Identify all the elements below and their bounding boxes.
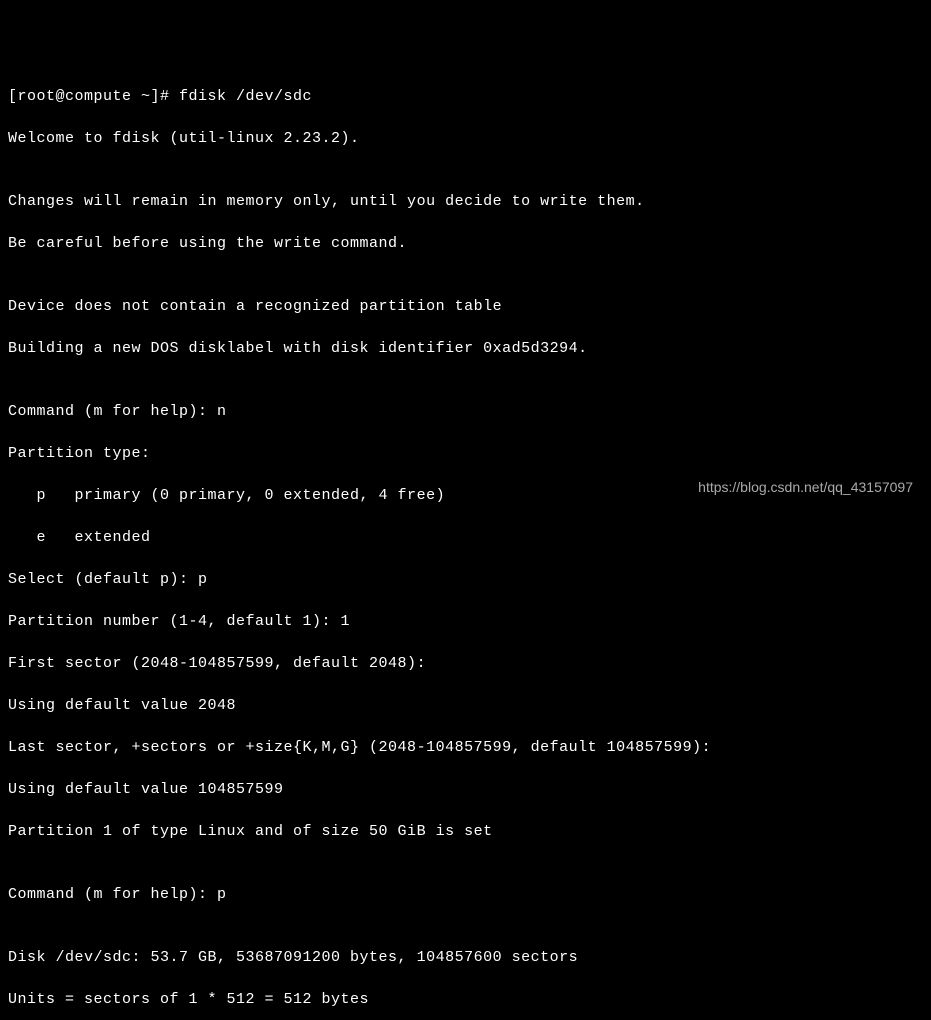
command-prompt-n[interactable]: Command (m for help): n xyxy=(8,401,923,422)
output-default-2048: Using default value 2048 xyxy=(8,695,923,716)
last-sector-prompt[interactable]: Last sector, +sectors or +size{K,M,G} (2… xyxy=(8,737,923,758)
output-units: Units = sectors of 1 * 512 = 512 bytes xyxy=(8,989,923,1010)
output-warning-careful: Be careful before using the write comman… xyxy=(8,233,923,254)
output-partition-type: Partition type: xyxy=(8,443,923,464)
output-welcome: Welcome to fdisk (util-linux 2.23.2). xyxy=(8,128,923,149)
output-no-partition-table: Device does not contain a recognized par… xyxy=(8,296,923,317)
select-prompt-p[interactable]: Select (default p): p xyxy=(8,569,923,590)
output-extended-option: e extended xyxy=(8,527,923,548)
partition-number-prompt[interactable]: Partition number (1-4, default 1): 1 xyxy=(8,611,923,632)
output-disk-info: Disk /dev/sdc: 53.7 GB, 53687091200 byte… xyxy=(8,947,923,968)
output-partition-set: Partition 1 of type Linux and of size 50… xyxy=(8,821,923,842)
output-warning-memory: Changes will remain in memory only, unti… xyxy=(8,191,923,212)
command-prompt-p[interactable]: Command (m for help): p xyxy=(8,884,923,905)
watermark-text: https://blog.csdn.net/qq_43157097 xyxy=(698,478,913,498)
output-building-disklabel: Building a new DOS disklabel with disk i… xyxy=(8,338,923,359)
prompt-line[interactable]: [root@compute ~]# fdisk /dev/sdc xyxy=(8,86,923,107)
first-sector-prompt[interactable]: First sector (2048-104857599, default 20… xyxy=(8,653,923,674)
output-default-104857599: Using default value 104857599 xyxy=(8,779,923,800)
